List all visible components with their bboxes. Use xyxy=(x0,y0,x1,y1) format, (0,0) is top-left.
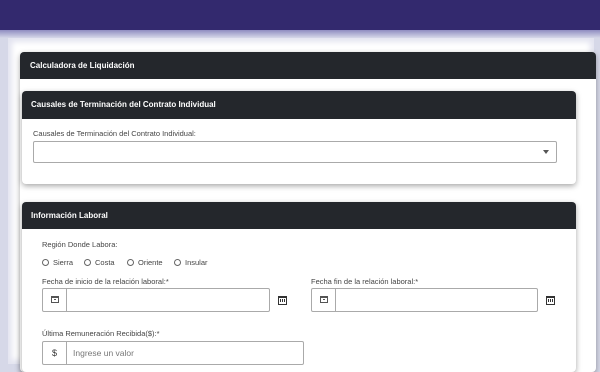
calendar-icon xyxy=(51,296,59,303)
radio-sierra[interactable]: Sierra xyxy=(42,257,84,267)
salary-input[interactable]: $ Ingrese un valor xyxy=(42,341,304,365)
chevron-down-icon xyxy=(543,150,549,154)
start-date-input[interactable] xyxy=(42,288,270,312)
radio-oriente[interactable]: Oriente xyxy=(127,257,173,267)
salary-placeholder: Ingrese un valor xyxy=(73,348,134,358)
start-date-prefix xyxy=(43,289,67,311)
radio-insular-label: Insular xyxy=(185,258,208,267)
radio-costa-label: Costa xyxy=(95,258,115,267)
radio-costa[interactable]: Costa xyxy=(84,257,124,267)
work-info-card: Información Laboral Región Donde Labora:… xyxy=(22,202,576,372)
radio-icon xyxy=(84,259,91,266)
currency-prefix: $ xyxy=(43,342,67,364)
radio-sierra-label: Sierra xyxy=(53,258,74,267)
radio-icon xyxy=(42,259,49,266)
radio-oriente-label: Oriente xyxy=(138,258,163,267)
top-header-band xyxy=(0,0,600,30)
region-label: Región Donde Labora: xyxy=(42,240,118,249)
header-fade xyxy=(0,30,600,38)
end-date-picker-calendar-icon[interactable] xyxy=(546,296,555,305)
termination-card: Causales de Terminación del Contrato Ind… xyxy=(22,91,576,184)
start-date-picker-calendar-icon[interactable] xyxy=(278,296,287,305)
termination-select[interactable] xyxy=(33,141,557,163)
end-date-label: Fecha fin de la relación laboral:* xyxy=(311,277,419,286)
end-date-prefix xyxy=(312,289,336,311)
end-date-input[interactable] xyxy=(311,288,538,312)
termination-card-title: Causales de Terminación del Contrato Ind… xyxy=(22,91,576,119)
radio-icon xyxy=(127,259,134,266)
work-info-card-title: Información Laboral xyxy=(22,202,576,229)
radio-insular[interactable]: Insular xyxy=(174,257,218,267)
calculator-card-title: Calculadora de Liquidación xyxy=(20,52,596,79)
radio-icon xyxy=(174,259,181,266)
salary-label: Última Remuneración Recibida($):* xyxy=(42,329,160,338)
termination-field-label: Causales de Terminación del Contrato Ind… xyxy=(33,129,196,138)
calendar-icon xyxy=(320,296,328,303)
start-date-label: Fecha de inicio de la relación laboral:* xyxy=(42,277,169,286)
